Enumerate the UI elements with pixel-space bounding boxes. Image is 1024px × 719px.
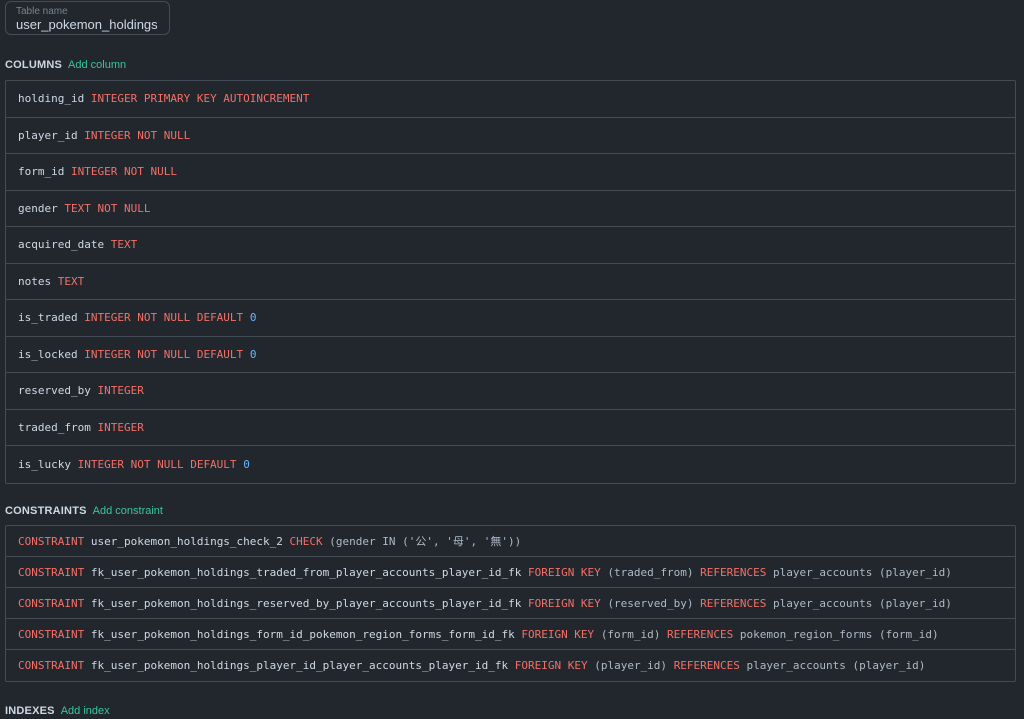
columns-list: holding_id INTEGER PRIMARY KEY AUTOINCRE… (5, 80, 1016, 484)
constraint-type: FOREIGN KEY (514, 659, 588, 672)
constraint-row[interactable]: CONSTRAINT fk_user_pokemon_holdings_trad… (6, 557, 1015, 588)
constraint-row[interactable]: CONSTRAINT fk_user_pokemon_holdings_form… (6, 619, 1015, 650)
table-name-label: Table name (16, 6, 68, 17)
column-name: gender (18, 201, 58, 215)
column-name: is_locked (18, 347, 78, 361)
column-name: form_id (18, 165, 65, 179)
constraint-keyword: CONSTRAINT (18, 565, 85, 579)
table-name-value[interactable]: user_pokemon_holdings (16, 17, 158, 32)
constraint-body: (gender IN ('公', '母', '無')) (329, 535, 522, 548)
column-row[interactable]: gender TEXT NOT NULL (6, 191, 1015, 227)
column-row[interactable]: traded_from INTEGER (6, 410, 1015, 446)
constraint-name: fk_user_pokemon_holdings_form_id_pokemon… (90, 627, 515, 641)
indexes-title: INDEXES (5, 705, 55, 717)
column-definition: INTEGER NOT NULL DEFAULT (84, 311, 244, 325)
constraints-list: CONSTRAINT user_pokemon_holdings_check_2… (5, 525, 1016, 682)
constraint-body: (form_id) (600, 627, 661, 641)
constraint-body: (reserved_by) (607, 596, 694, 610)
column-name: traded_from (18, 420, 91, 434)
constraint-type: FOREIGN KEY (527, 596, 601, 610)
column-default-value: 0 (243, 457, 250, 471)
column-name: player_id (18, 128, 78, 142)
add-column-link[interactable]: Add column (68, 59, 126, 71)
reference-columns: (player_id) (878, 596, 952, 610)
column-definition: INTEGER (97, 384, 144, 398)
constraints-section-header: CONSTRAINTS Add constraint (5, 505, 163, 517)
constraint-body: (traded_from) (607, 565, 694, 579)
constraint-keyword: CONSTRAINT (18, 659, 85, 672)
column-definition: INTEGER NOT NULL DEFAULT (84, 347, 244, 361)
column-row[interactable]: notes TEXT (6, 264, 1015, 300)
column-definition: TEXT (57, 274, 85, 288)
columns-section-header: COLUMNS Add column (5, 59, 126, 71)
constraint-name: fk_user_pokemon_holdings_traded_from_pla… (90, 565, 522, 579)
constraint-row[interactable]: CONSTRAINT fk_user_pokemon_holdings_play… (6, 650, 1015, 681)
references-keyword: REFERENCES (667, 627, 734, 641)
reference-columns: (player_id) (878, 565, 952, 579)
column-name: is_traded (18, 311, 78, 325)
constraint-name: fk_user_pokemon_holdings_reserved_by_pla… (90, 596, 522, 610)
constraint-body: (player_id) (594, 659, 668, 672)
references-keyword: REFERENCES (700, 565, 767, 579)
indexes-section-header: INDEXES Add index (5, 705, 110, 717)
column-default-value: 0 (249, 347, 257, 361)
constraint-row[interactable]: CONSTRAINT user_pokemon_holdings_check_2… (6, 526, 1015, 557)
constraint-type: CHECK (289, 534, 323, 548)
table-name-field[interactable]: Table name user_pokemon_holdings (5, 1, 170, 35)
add-constraint-link[interactable]: Add constraint (93, 505, 163, 517)
column-row[interactable]: holding_id INTEGER PRIMARY KEY AUTOINCRE… (6, 81, 1015, 118)
constraint-keyword: CONSTRAINT (18, 596, 85, 610)
column-row[interactable]: is_lucky INTEGER NOT NULL DEFAULT 0 (6, 446, 1015, 483)
constraint-row[interactable]: CONSTRAINT fk_user_pokemon_holdings_rese… (6, 588, 1015, 619)
reference-table: player_accounts (773, 565, 873, 579)
reference-table: pokemon_region_forms (739, 627, 873, 641)
column-definition: INTEGER NOT NULL (70, 165, 177, 179)
column-name: is_lucky (18, 457, 71, 471)
column-row[interactable]: acquired_date TEXT (6, 227, 1015, 264)
constraints-title: CONSTRAINTS (5, 505, 87, 517)
column-definition: INTEGER PRIMARY KEY AUTOINCREMENT (90, 92, 310, 106)
column-definition: INTEGER (97, 420, 144, 434)
column-row[interactable]: reserved_by INTEGER (6, 373, 1015, 410)
column-name: notes (18, 274, 52, 288)
column-name: acquired_date (18, 238, 105, 252)
references-keyword: REFERENCES (700, 596, 767, 610)
column-definition: INTEGER NOT NULL DEFAULT (77, 457, 237, 471)
references-keyword: REFERENCES (673, 659, 740, 672)
constraint-type: FOREIGN KEY (521, 627, 595, 641)
column-row[interactable]: is_traded INTEGER NOT NULL DEFAULT 0 (6, 300, 1015, 337)
constraint-keyword: CONSTRAINT (18, 534, 85, 548)
constraint-name: user_pokemon_holdings_check_2 (90, 534, 283, 548)
reference-table: player_accounts (773, 596, 873, 610)
column-default-value: 0 (249, 311, 257, 325)
column-definition: TEXT NOT NULL (64, 201, 151, 215)
reference-columns: (form_id) (878, 627, 939, 641)
column-row[interactable]: form_id INTEGER NOT NULL (6, 154, 1015, 191)
column-name: reserved_by (18, 384, 91, 398)
constraint-keyword: CONSTRAINT (18, 627, 85, 641)
add-index-link[interactable]: Add index (61, 705, 110, 717)
column-row[interactable]: is_locked INTEGER NOT NULL DEFAULT 0 (6, 337, 1015, 373)
columns-title: COLUMNS (5, 59, 63, 71)
column-name: holding_id (18, 92, 85, 106)
constraint-type: FOREIGN KEY (527, 565, 601, 579)
column-definition: TEXT (110, 238, 138, 252)
column-row[interactable]: player_id INTEGER NOT NULL (6, 118, 1015, 154)
column-definition: INTEGER NOT NULL (84, 128, 191, 142)
reference-columns: (player_id) (852, 659, 926, 672)
constraint-name: fk_user_pokemon_holdings_player_id_playe… (90, 659, 509, 672)
reference-table: player_accounts (746, 659, 846, 672)
